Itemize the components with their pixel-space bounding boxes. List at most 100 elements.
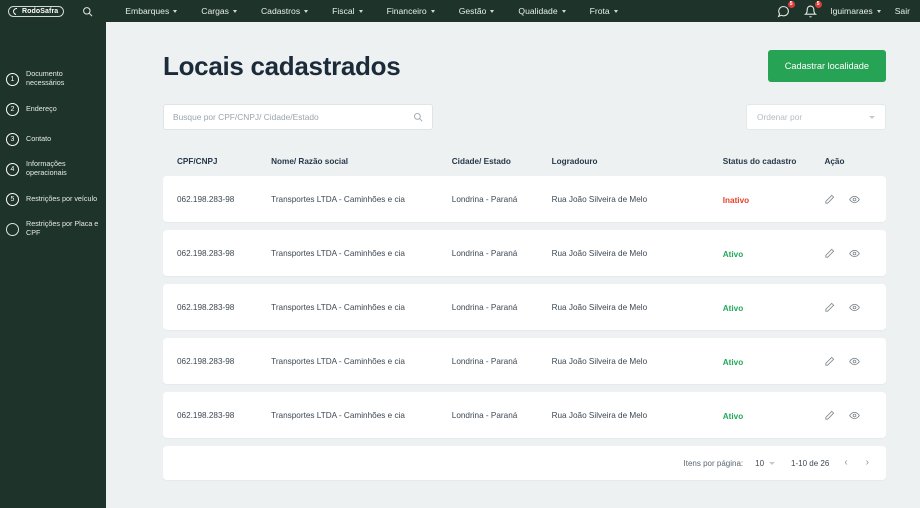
sidebar-item-restricoes-por-veiculo[interactable]: 5 Restrições por veículo <box>0 184 106 214</box>
sidebar-item-label: Informações operacionais <box>26 159 67 177</box>
items-per-page-select[interactable]: 10 <box>755 459 776 468</box>
top-navigation-bar: RodoSafra Embarques Cargas Cadastros Fis… <box>0 0 920 22</box>
cell-logradouro: Rua João Silveira de Melo <box>551 356 648 366</box>
nav-item-label: Cadastros <box>260 6 301 16</box>
status-badge: Inativo <box>722 196 750 205</box>
nav-item-label: Fiscal <box>332 6 355 16</box>
step-number-badge: 2 <box>6 102 19 116</box>
page-title: Locais cadastrados <box>163 50 401 81</box>
eye-icon[interactable] <box>849 356 861 367</box>
main-content: Locais cadastrados Cadastrar localidade … <box>106 22 920 508</box>
sidebar: 1 Documento necessários 2 Endereço 3 Con… <box>0 22 106 508</box>
sidebar-item-endereco[interactable]: 2 Endereço <box>0 94 106 124</box>
pagination-bar: Itens por página: 10 1-10 de 26 ‹ › <box>163 446 886 480</box>
nav-item-cargas[interactable]: Cargas <box>189 3 249 19</box>
sidebar-item-label: Contato <box>26 133 52 143</box>
nav-item-embarques[interactable]: Embarques <box>113 3 189 19</box>
chevron-down-icon <box>358 9 363 13</box>
status-badge: Ativo <box>722 250 744 259</box>
cell-cidade-estado: Londrina - Paraná <box>451 410 518 420</box>
table-row[interactable]: 062.198.283-98 Transportes LTDA - Caminh… <box>163 392 886 438</box>
cell-nome-razao-social: Transportes LTDA - Caminhões e cia <box>271 194 405 204</box>
sidebar-item-label: Endereço <box>26 103 57 113</box>
nav-item-fiscal[interactable]: Fiscal <box>320 3 374 19</box>
next-page-button[interactable]: › <box>863 458 872 468</box>
sidebar-item-label: Documento necessários <box>26 69 65 87</box>
column-header-acao: Ação <box>824 156 845 166</box>
chat-button[interactable]: 5 <box>777 0 795 18</box>
header-actions: 5 5 lguimaraes Sair <box>777 0 910 18</box>
step-circle-icon <box>6 222 19 236</box>
user-menu-label: lguimaraes <box>830 6 873 16</box>
nav-item-frota[interactable]: Frota <box>578 3 630 19</box>
sidebar-item-restricoes-por-placa-e-cpf[interactable]: Restrições por Placa e CPF <box>0 214 106 244</box>
column-header-cpf-cnpj: CPF/CNPJ <box>177 156 218 166</box>
cell-cidade-estado: Londrina - Paraná <box>451 248 518 258</box>
pencil-icon[interactable] <box>824 248 835 259</box>
nav-item-financeiro[interactable]: Financeiro <box>375 3 447 19</box>
chevron-down-icon <box>769 461 776 465</box>
table-row[interactable]: 062.198.283-98 Transportes LTDA - Caminh… <box>163 176 886 222</box>
sidebar-item-label: Restrições por Placa e CPF <box>26 219 99 237</box>
status-badge: Ativo <box>722 304 744 313</box>
eye-icon[interactable] <box>849 410 861 421</box>
cell-logradouro: Rua João Silveira de Melo <box>551 302 648 312</box>
eye-icon[interactable] <box>849 248 861 259</box>
cadastrar-localidade-button[interactable]: Cadastrar localidade <box>767 50 886 82</box>
cell-logradouro: Rua João Silveira de Melo <box>551 410 648 420</box>
search-box[interactable] <box>163 104 433 130</box>
step-number-badge: 1 <box>6 72 19 86</box>
chevron-down-icon <box>430 9 435 13</box>
cell-cidade-estado: Londrina - Paraná <box>451 194 518 204</box>
search-input[interactable] <box>173 112 413 122</box>
chat-badge-count: 5 <box>787 0 795 8</box>
logo-badge: RodoSafra <box>8 5 65 17</box>
logo-swoosh-icon <box>11 6 22 16</box>
items-per-page-label: Itens por página: <box>683 458 744 468</box>
cell-nome-razao-social: Transportes LTDA - Caminhões e cia <box>271 302 405 312</box>
eye-icon[interactable] <box>849 194 861 205</box>
nav-item-label: Frota <box>589 6 610 16</box>
logo-text: RodoSafra <box>22 7 59 15</box>
previous-page-button[interactable]: ‹ <box>841 458 850 468</box>
chevron-down-icon <box>304 9 309 13</box>
sidebar-item-contato[interactable]: 3 Contato <box>0 124 106 154</box>
sidebar-item-label: Restrições por veículo <box>26 193 98 203</box>
table-row[interactable]: 062.198.283-98 Transportes LTDA - Caminh… <box>163 284 886 330</box>
cell-cidade-estado: Londrina - Paraná <box>451 356 518 366</box>
sidebar-item-informacoes-operacionais[interactable]: 4 Informações operacionais <box>0 154 106 184</box>
sort-by-select[interactable]: Ordenar por <box>746 104 886 130</box>
user-menu[interactable]: lguimaraes <box>831 6 881 16</box>
chevron-down-icon <box>613 9 618 13</box>
eye-icon[interactable] <box>849 302 861 313</box>
notifications-button[interactable]: 5 <box>803 0 822 18</box>
nav-item-label: Gestão <box>458 6 487 16</box>
pencil-icon[interactable] <box>824 410 835 421</box>
nav-item-gestao[interactable]: Gestão <box>447 3 507 19</box>
table-row[interactable]: 062.198.283-98 Transportes LTDA - Caminh… <box>163 338 886 384</box>
main-menu: Embarques Cargas Cadastros Fiscal Financ… <box>113 3 776 19</box>
cell-nome-razao-social: Transportes LTDA - Caminhões e cia <box>271 410 405 420</box>
table-row[interactable]: 062.198.283-98 Transportes LTDA - Caminh… <box>163 230 886 276</box>
sidebar-item-documento-necessarios[interactable]: 1 Documento necessários <box>0 64 106 94</box>
nav-item-cadastros[interactable]: Cadastros <box>249 3 320 19</box>
status-badge: Ativo <box>722 412 744 421</box>
cell-nome-razao-social: Transportes LTDA - Caminhões e cia <box>271 248 405 258</box>
cell-cpf-cnpj: 062.198.283-98 <box>177 410 235 420</box>
app-logo[interactable]: RodoSafra <box>8 5 65 17</box>
cell-cpf-cnpj: 062.198.283-98 <box>177 356 235 366</box>
global-search-icon[interactable] <box>82 6 93 17</box>
pencil-icon[interactable] <box>824 302 835 313</box>
chevron-down-icon <box>490 9 495 13</box>
pencil-icon[interactable] <box>824 356 835 367</box>
column-header-status-do-cadastro: Status do cadastro <box>722 156 797 166</box>
nav-item-label: Qualidade <box>518 6 558 16</box>
logout-link[interactable]: Sair <box>895 6 910 16</box>
nav-item-qualidade[interactable]: Qualidade <box>506 3 577 19</box>
cell-cpf-cnpj: 062.198.283-98 <box>177 194 235 204</box>
table-header-row: CPF/CNPJ Nome/ Razão social Cidade/ Esta… <box>163 146 886 176</box>
sort-by-value: Ordenar por <box>757 112 803 122</box>
pencil-icon[interactable] <box>824 194 835 205</box>
chevron-down-icon <box>232 9 237 13</box>
chevron-down-icon <box>876 9 881 13</box>
